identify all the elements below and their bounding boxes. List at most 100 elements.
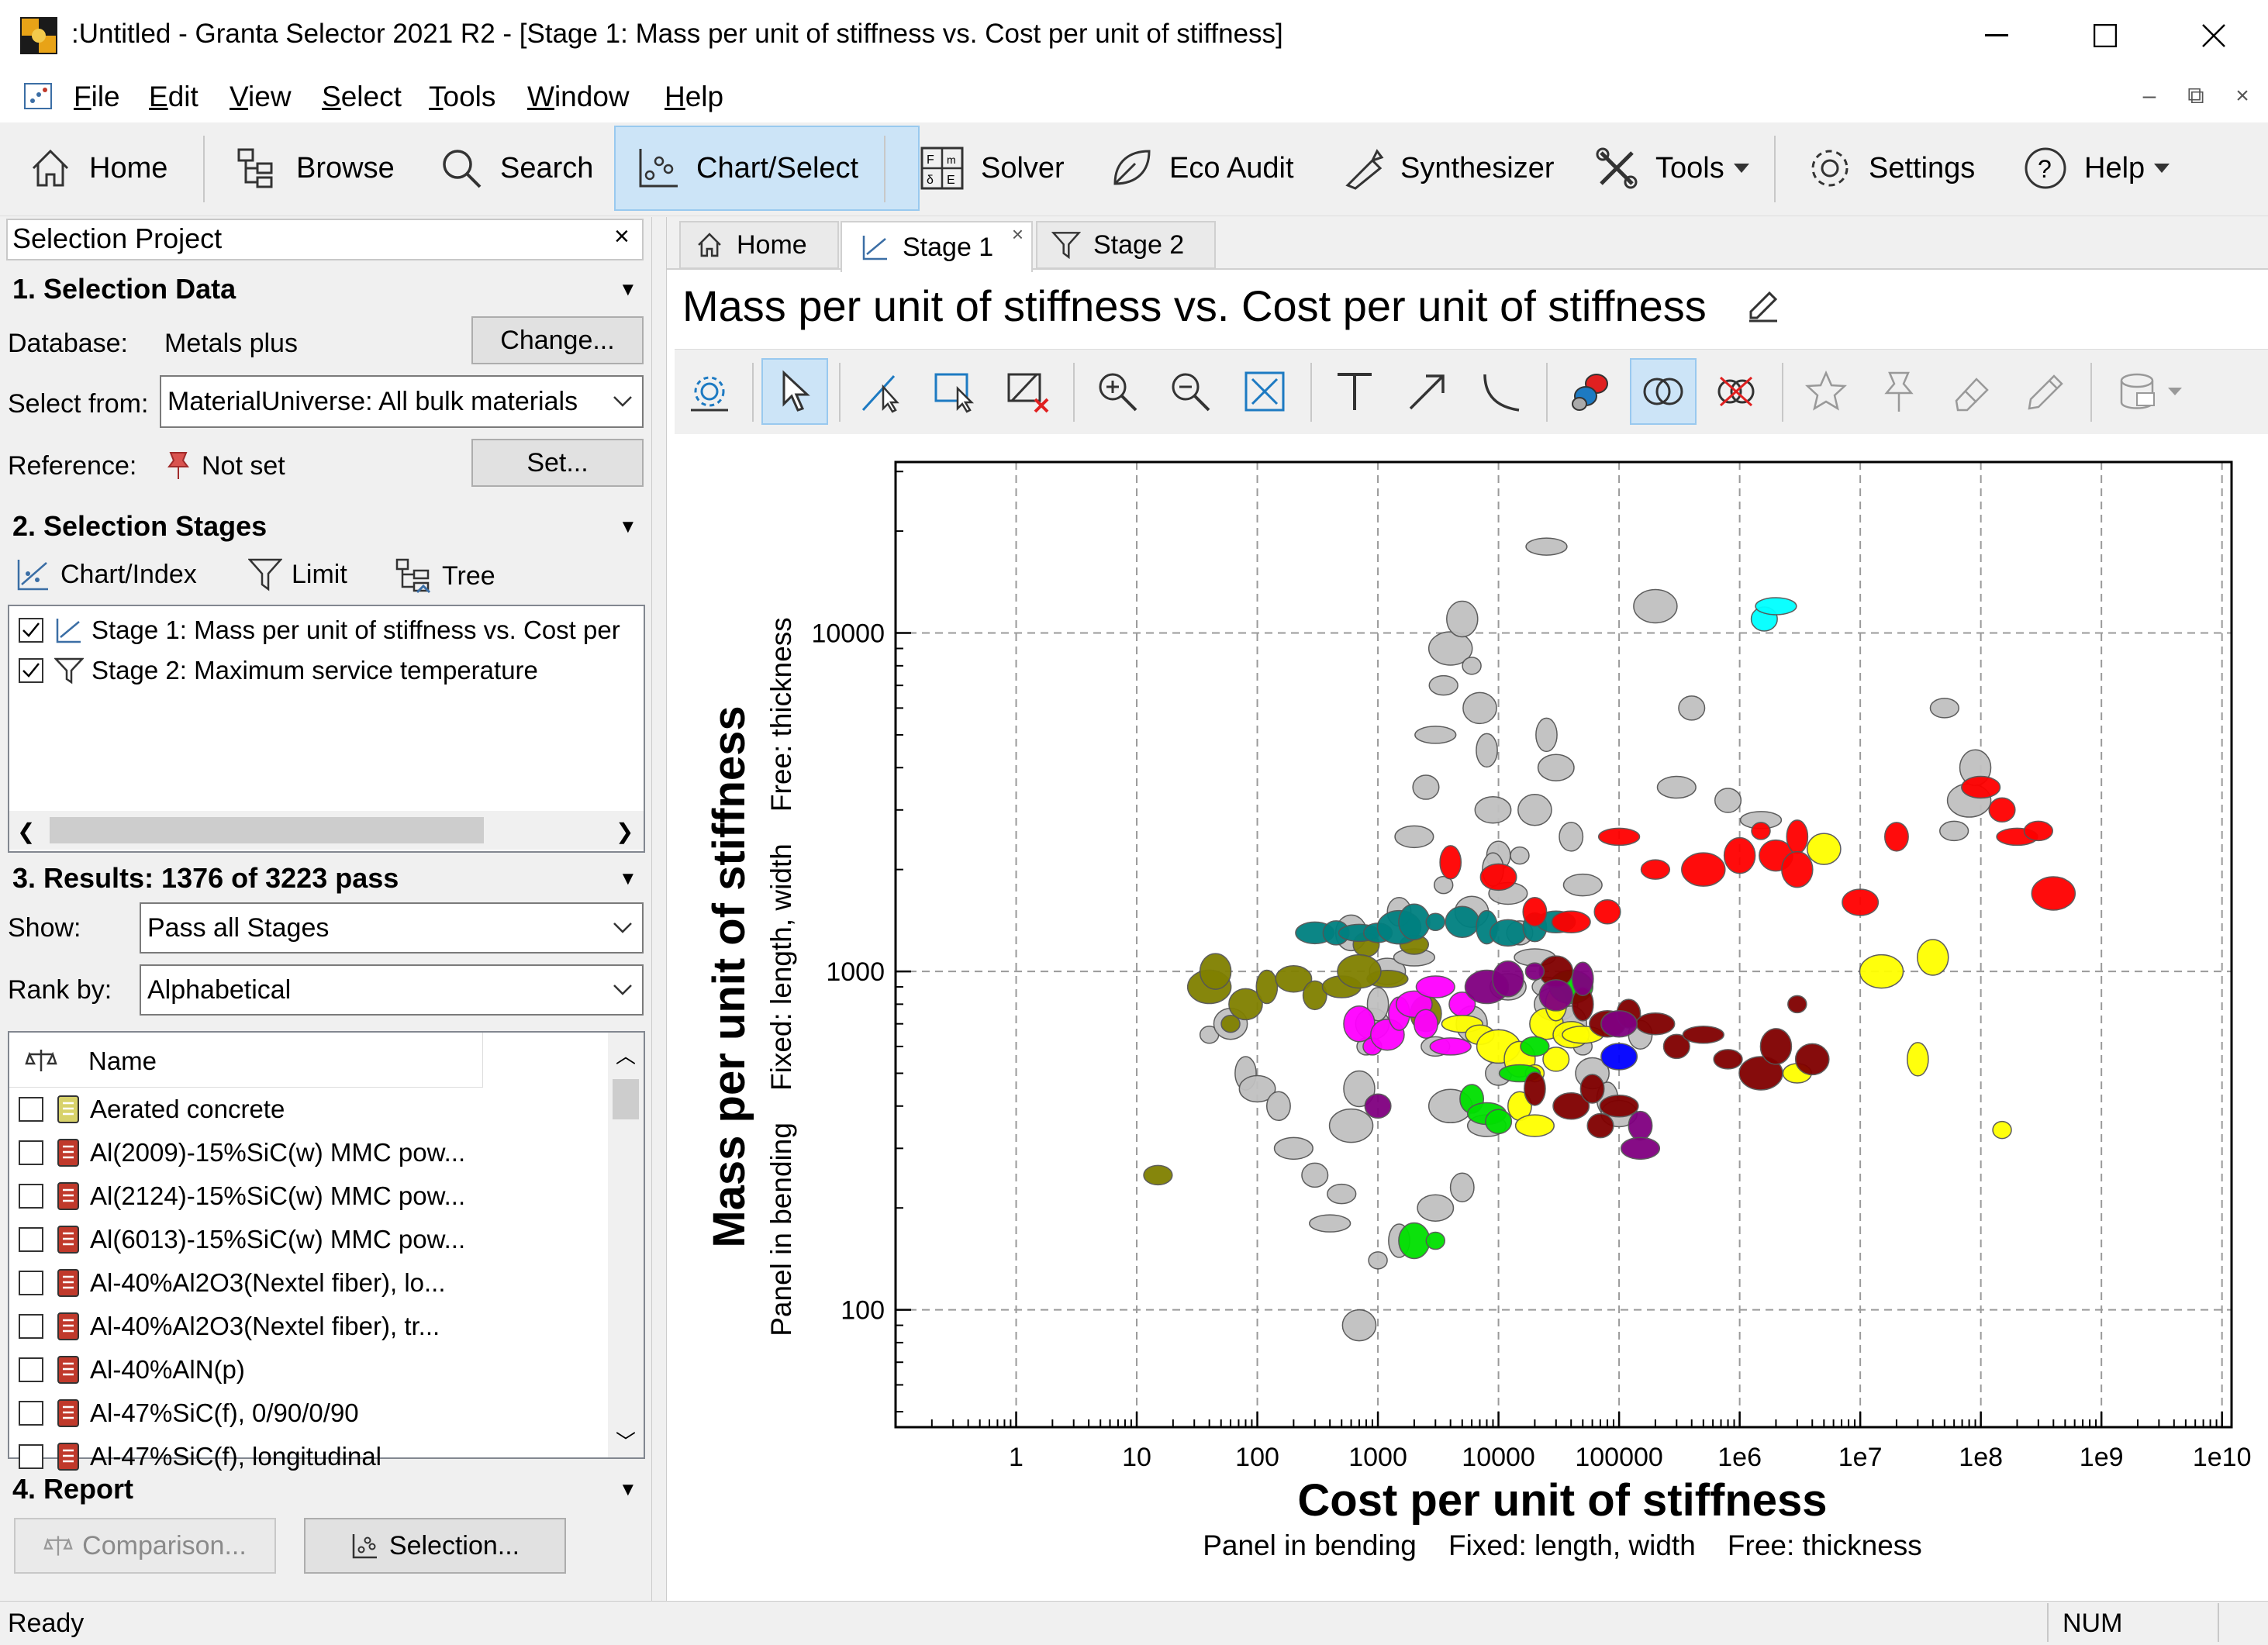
stage-2-checkbox[interactable] <box>19 658 43 683</box>
data-point <box>1794 1043 1830 1076</box>
overlap-button[interactable] <box>1630 358 1697 425</box>
panel-splitter[interactable] <box>651 217 667 1601</box>
menu-window[interactable]: Window <box>527 81 630 113</box>
rank-by-dropdown[interactable]: Alphabetical <box>140 964 644 1016</box>
menu-help[interactable]: Help <box>665 81 723 113</box>
menu-select[interactable]: Select <box>322 81 402 113</box>
rank-by-value: Alphabetical <box>147 974 292 1005</box>
curve-tool-button[interactable] <box>1467 358 1534 425</box>
settings-toolbar-button[interactable]: Settings <box>1807 126 1975 211</box>
scrollbar-thumb[interactable] <box>613 1079 639 1119</box>
results-vertical-scrollbar[interactable]: ︿ ﹀ <box>608 1033 644 1457</box>
stage-row-2[interactable]: Stage 2: Maximum service temperature <box>19 656 538 685</box>
hide-failed-button[interactable] <box>1703 358 1769 425</box>
scroll-up-icon[interactable]: ︿ <box>616 1040 636 1069</box>
database-dropdown-button[interactable] <box>2103 358 2196 425</box>
menu-tools[interactable]: Tools <box>429 81 495 113</box>
result-checkbox[interactable] <box>19 1271 43 1295</box>
stage-row-1[interactable]: Stage 1: Mass per unit of stiffness vs. … <box>19 616 620 645</box>
solver-toolbar-button[interactable]: FmδE Solver <box>919 126 1065 211</box>
minimize-button[interactable] <box>1942 0 2051 71</box>
result-checkbox[interactable] <box>19 1097 43 1122</box>
color-by-button[interactable] <box>1557 358 1624 425</box>
results-list-item[interactable]: Aerated concrete <box>19 1088 285 1130</box>
result-checkbox[interactable] <box>19 1357 43 1382</box>
name-column-header[interactable]: Name <box>88 1047 157 1076</box>
show-dropdown[interactable]: Pass all Stages <box>140 902 644 954</box>
arrow-tool-button[interactable] <box>1394 358 1461 425</box>
limit-button[interactable]: Limit <box>248 557 347 592</box>
home-toolbar-button[interactable]: Home <box>27 126 167 211</box>
close-button[interactable] <box>2159 0 2268 71</box>
results-list-item[interactable]: Al-40%Al2O3(Nextel fiber), tr... <box>19 1305 440 1347</box>
collapse-icon[interactable]: ▼ <box>619 868 637 890</box>
scroll-right-icon[interactable]: ❯ <box>616 819 633 844</box>
box-select-button[interactable] <box>923 358 989 425</box>
tab-stage-1[interactable]: Stage 1 × <box>841 221 1033 272</box>
collapse-icon[interactable]: ▼ <box>619 1479 637 1501</box>
star-button[interactable] <box>1793 358 1859 425</box>
tree-button[interactable]: Tree <box>394 557 495 595</box>
results-list-item[interactable]: Al(2009)-15%SiC(w) MMC pow... <box>19 1132 465 1174</box>
pin-button[interactable] <box>1866 358 1932 425</box>
scroll-left-icon[interactable]: ❮ <box>17 819 35 844</box>
zoom-in-button[interactable] <box>1084 358 1151 425</box>
set-reference-button[interactable]: Set... <box>471 439 644 487</box>
mdi-minimize-button[interactable]: – <box>2132 81 2166 112</box>
collapse-icon[interactable]: ▼ <box>619 516 637 538</box>
tab-stage-2[interactable]: Stage 2 <box>1036 221 1216 269</box>
search-toolbar-button[interactable]: Search <box>438 126 593 211</box>
select-from-dropdown[interactable]: MaterialUniverse: All bulk materials <box>160 375 644 428</box>
menu-file[interactable]: File <box>74 81 120 113</box>
tab-close-icon[interactable]: × <box>1012 222 1024 247</box>
zoom-fit-button[interactable] <box>1231 358 1298 425</box>
stages-horizontal-scrollbar[interactable]: ❮ ❯ <box>9 811 644 850</box>
results-list-item[interactable]: Al-40%Al2O3(Nextel fiber), lo... <box>19 1262 446 1304</box>
result-checkbox[interactable] <box>19 1140 43 1165</box>
results-list-item[interactable]: Al(2124)-15%SiC(w) MMC pow... <box>19 1175 465 1217</box>
chart-select-toolbar-button[interactable]: Chart/Select <box>614 126 920 211</box>
mdi-close-button[interactable]: × <box>2225 81 2259 112</box>
chart-index-button[interactable]: Chart/Index <box>16 557 197 592</box>
comparison-button[interactable]: Comparison... <box>14 1518 276 1574</box>
tab-home[interactable]: Home <box>679 221 839 269</box>
menu-view[interactable]: View <box>230 81 292 113</box>
chevron-down-icon <box>1733 164 1765 173</box>
scrollbar-thumb[interactable] <box>50 817 484 843</box>
panel-close-button[interactable]: × <box>614 222 630 252</box>
browse-toolbar-button[interactable]: Browse <box>234 126 395 211</box>
pencil-button[interactable] <box>2011 358 2078 425</box>
tab-stage-1-label: Stage 1 <box>903 232 994 262</box>
results-list-item[interactable]: Al-40%AlN(p) <box>19 1349 245 1391</box>
results-list-item[interactable]: Al-47%SiC(f), longitudinal <box>19 1436 381 1478</box>
chart-settings-button[interactable] <box>676 358 743 425</box>
results-list-item[interactable]: Al-47%SiC(f), 0/90/0/90 <box>19 1392 359 1434</box>
selection-report-button[interactable]: Selection... <box>304 1518 566 1574</box>
eraser-button[interactable] <box>1938 358 2005 425</box>
zoom-out-button[interactable] <box>1157 358 1224 425</box>
eco-audit-toolbar-button[interactable]: Eco Audit <box>1107 126 1294 211</box>
menu-edit[interactable]: Edit <box>149 81 198 113</box>
delete-selection-button[interactable] <box>996 358 1062 425</box>
result-checkbox[interactable] <box>19 1444 43 1469</box>
result-checkbox[interactable] <box>19 1314 43 1339</box>
line-select-button[interactable] <box>850 358 917 425</box>
pointer-tool-button[interactable] <box>761 358 828 425</box>
result-checkbox[interactable] <box>19 1401 43 1426</box>
text-tool-button[interactable] <box>1321 358 1388 425</box>
result-checkbox[interactable] <box>19 1227 43 1252</box>
change-database-button[interactable]: Change... <box>471 316 644 364</box>
scroll-down-icon[interactable]: ﹀ <box>616 1426 636 1455</box>
stage-1-checkbox[interactable] <box>19 618 43 643</box>
maximize-button[interactable] <box>2051 0 2159 71</box>
mdi-restore-button[interactable]: ⧉ <box>2179 81 2213 112</box>
tools-toolbar-button[interactable]: Tools <box>1593 126 1765 211</box>
result-checkbox[interactable] <box>19 1184 43 1209</box>
edit-title-icon[interactable] <box>1746 288 1780 322</box>
document-icon <box>22 81 54 112</box>
collapse-icon[interactable]: ▼ <box>619 279 637 301</box>
results-list-item[interactable]: Al(6013)-15%SiC(w) MMC pow... <box>19 1219 465 1260</box>
help-toolbar-button[interactable]: ? Help <box>2022 126 2185 211</box>
synthesizer-toolbar-button[interactable]: Synthesizer <box>1341 126 1555 211</box>
chart-area[interactable]: 1 10 100 1000 10000 100000 1e6 1e7 1e8 1e9 1e10 100… <box>675 434 2268 1601</box>
